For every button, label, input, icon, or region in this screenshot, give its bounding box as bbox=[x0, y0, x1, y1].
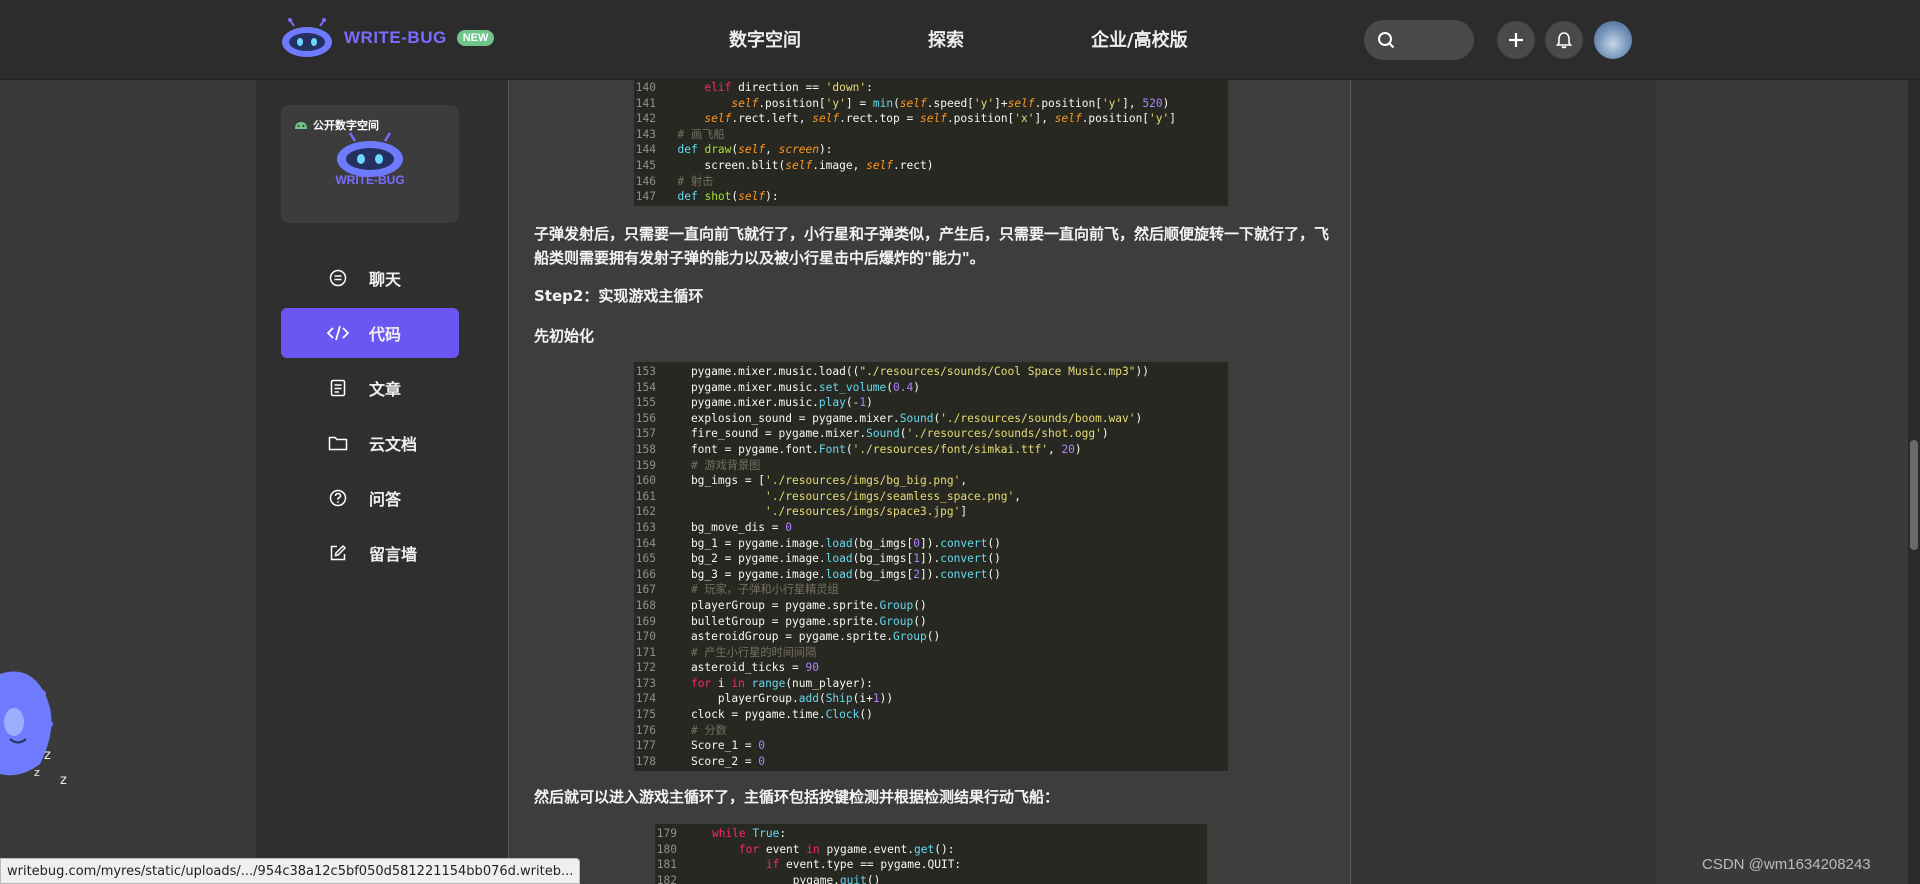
document-icon bbox=[327, 377, 349, 399]
sidebar-item-chat[interactable]: 聊天 bbox=[281, 253, 459, 303]
page-scrollbar[interactable] bbox=[1908, 80, 1920, 884]
line-number: 143 bbox=[635, 127, 656, 141]
line-number: 142 bbox=[635, 112, 656, 126]
line-number: 174 bbox=[635, 692, 656, 706]
sidebar-item-cloud-docs[interactable]: 云文档 bbox=[281, 418, 459, 468]
line-number: 160 bbox=[635, 474, 656, 488]
nav-explore[interactable]: 探索 bbox=[928, 26, 964, 52]
line-number: 169 bbox=[635, 614, 656, 628]
robot-logo-icon bbox=[335, 129, 405, 179]
android-icon bbox=[295, 122, 307, 129]
line-number: 168 bbox=[635, 598, 656, 612]
bell-icon bbox=[1555, 32, 1573, 49]
line-number: 177 bbox=[635, 739, 656, 753]
line-number: 166 bbox=[635, 567, 656, 581]
code-block: 153 pygame.mixer.music.load(("./resource… bbox=[634, 362, 1228, 771]
mascot-icon[interactable]: z z z bbox=[0, 664, 80, 794]
nav-enterprise[interactable]: 企业/高校版 bbox=[1091, 26, 1188, 52]
top-navbar: WRITE-BUG NEW 数字空间 探索 企业/高校版 bbox=[0, 0, 1920, 80]
edit-icon bbox=[327, 542, 349, 564]
line-number: 178 bbox=[635, 754, 656, 768]
watermark: CSDN @wm1634208243 bbox=[1702, 856, 1871, 873]
plus-icon bbox=[1509, 33, 1523, 47]
line-number: 140 bbox=[635, 81, 656, 94]
nav-digital-space[interactable]: 数字空间 bbox=[729, 26, 801, 52]
digital-space-card[interactable]: 公开数字空间 WRITE-BUG bbox=[281, 105, 459, 223]
line-number: 156 bbox=[635, 411, 656, 425]
sidebar: 公开数字空间 WRITE-BUG 聊天 代码 文章 云文档 问答 留言墙 bbox=[256, 80, 508, 884]
line-number: 158 bbox=[635, 442, 656, 456]
chat-icon bbox=[327, 267, 349, 289]
scrollbar-thumb[interactable] bbox=[1910, 440, 1918, 550]
search-icon bbox=[1378, 32, 1395, 49]
add-button[interactable] bbox=[1497, 21, 1535, 59]
line-number: 155 bbox=[635, 396, 656, 410]
logo[interactable]: WRITE-BUG NEW bbox=[280, 18, 495, 58]
line-number: 161 bbox=[635, 489, 656, 503]
code-block: 140 elif direction == 'down': 141 self.p… bbox=[634, 80, 1228, 206]
line-number: 146 bbox=[635, 174, 656, 188]
line-number: 162 bbox=[635, 505, 656, 519]
sidebar-item-label: 留言墙 bbox=[369, 545, 418, 564]
line-number: 172 bbox=[635, 661, 656, 675]
article-paragraph: 子弹发射后，只需要一直向前飞就行了，小行星和子弹类似，产生后，只需要一直向前飞，… bbox=[534, 225, 1330, 267]
line-number: 181 bbox=[656, 858, 677, 872]
line-number: 165 bbox=[635, 552, 656, 566]
status-bar-url: writebug.com/myres/static/uploads/.../95… bbox=[0, 858, 581, 884]
line-number: 159 bbox=[635, 458, 656, 472]
line-number: 180 bbox=[656, 842, 677, 856]
line-number: 164 bbox=[635, 536, 656, 550]
sidebar-item-qa[interactable]: 问答 bbox=[281, 473, 459, 523]
line-number: 141 bbox=[635, 96, 656, 110]
line-number: 176 bbox=[635, 723, 656, 737]
line-number: 154 bbox=[635, 380, 656, 394]
space-card-name: WRITE-BUG bbox=[335, 173, 405, 187]
sidebar-item-label: 云文档 bbox=[369, 435, 418, 454]
line-number: 157 bbox=[635, 427, 656, 441]
sidebar-item-message-wall[interactable]: 留言墙 bbox=[281, 528, 459, 578]
svg-text:z: z bbox=[34, 766, 40, 779]
line-number: 153 bbox=[635, 365, 656, 378]
svg-text:z: z bbox=[60, 773, 67, 788]
line-number: 163 bbox=[635, 520, 656, 534]
sidebar-item-code[interactable]: 代码 bbox=[281, 308, 459, 358]
line-number: 147 bbox=[635, 190, 656, 204]
sidebar-item-label: 文章 bbox=[369, 380, 402, 399]
code-block: 179 while True: 180 for event in pygame.… bbox=[655, 824, 1207, 884]
sidebar-item-label: 代码 bbox=[369, 325, 402, 344]
right-panel bbox=[1352, 80, 1656, 884]
question-icon bbox=[327, 487, 349, 509]
code-icon bbox=[327, 322, 349, 344]
section-subheading: 先初始化 bbox=[534, 327, 595, 345]
article-paragraph: 然后就可以进入游戏主循环了，主循环包括按键检测并根据检测结果行动飞船： bbox=[534, 788, 1060, 806]
robot-logo-icon bbox=[280, 18, 334, 58]
article-content: 140 elif direction == 'down': 141 self.p… bbox=[508, 80, 1351, 884]
folder-icon bbox=[327, 432, 349, 454]
line-number: 144 bbox=[635, 143, 656, 157]
sidebar-item-label: 问答 bbox=[369, 490, 402, 509]
avatar[interactable] bbox=[1594, 21, 1632, 59]
line-number: 148 bbox=[634, 205, 664, 207]
sidebar-item-label: 聊天 bbox=[369, 270, 402, 289]
line-number: 179 bbox=[656, 827, 677, 840]
notification-button[interactable] bbox=[1545, 21, 1583, 59]
sidebar-item-article[interactable]: 文章 bbox=[281, 363, 459, 413]
line-number: 173 bbox=[635, 676, 656, 690]
section-heading: Step2：实现游戏主循环 bbox=[534, 287, 704, 305]
search-input[interactable] bbox=[1364, 20, 1474, 60]
line-number: 182 bbox=[656, 873, 677, 884]
line-number: 167 bbox=[635, 583, 656, 597]
svg-text:z: z bbox=[44, 748, 51, 763]
logo-text: WRITE-BUG bbox=[344, 28, 447, 47]
line-number: 145 bbox=[635, 158, 656, 172]
new-badge: NEW bbox=[456, 30, 495, 46]
line-number: 170 bbox=[635, 630, 656, 644]
line-number: 175 bbox=[635, 708, 656, 722]
line-number: 171 bbox=[635, 645, 656, 659]
